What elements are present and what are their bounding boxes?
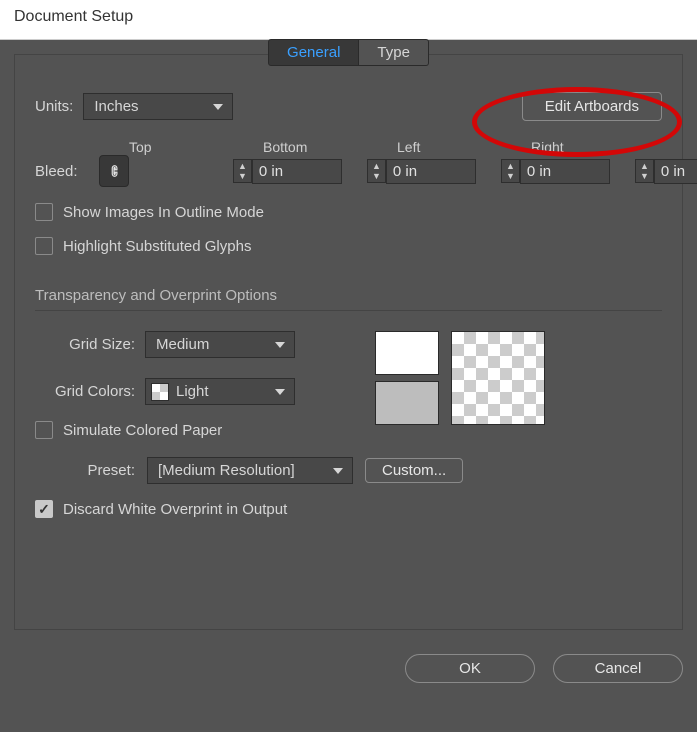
discard-white-checkbox[interactable] bbox=[35, 500, 53, 518]
transparency-swatches bbox=[375, 331, 545, 439]
arrow-up-icon[interactable]: ▲ bbox=[372, 162, 381, 170]
grid-size-label: Grid Size: bbox=[35, 336, 135, 353]
tab-type[interactable]: Type bbox=[359, 39, 429, 66]
tab-general[interactable]: General bbox=[268, 39, 359, 66]
grid-colors-label: Grid Colors: bbox=[35, 383, 135, 400]
arrow-up-icon[interactable]: ▲ bbox=[506, 162, 515, 170]
simulate-paper-checkbox[interactable] bbox=[35, 421, 53, 439]
highlight-glyphs-checkbox[interactable] bbox=[35, 237, 53, 255]
edit-artboards-button[interactable]: Edit Artboards bbox=[522, 92, 662, 121]
bleed-header-bottom: Bottom bbox=[233, 139, 363, 155]
arrow-up-icon[interactable]: ▲ bbox=[238, 162, 247, 170]
units-label: Units: bbox=[35, 98, 73, 115]
link-icon bbox=[107, 162, 121, 180]
arrow-up-icon[interactable]: ▲ bbox=[640, 162, 649, 170]
arrow-down-icon[interactable]: ▼ bbox=[506, 172, 515, 180]
custom-button[interactable]: Custom... bbox=[365, 458, 463, 483]
bleed-right-stepper[interactable]: ▲▼ bbox=[635, 159, 669, 184]
preset-select[interactable]: [Medium Resolution] bbox=[147, 457, 353, 484]
checker-icon bbox=[151, 383, 169, 401]
show-images-checkbox[interactable] bbox=[35, 203, 53, 221]
bleed-header-top: Top bbox=[99, 139, 229, 155]
dialog-body: General Type Units: Inches Edit Artboard… bbox=[0, 40, 697, 732]
arrow-down-icon[interactable]: ▼ bbox=[372, 172, 381, 180]
cancel-button[interactable]: Cancel bbox=[553, 654, 683, 683]
bleed-bottom-input[interactable] bbox=[386, 159, 476, 184]
discard-white-label: Discard White Overprint in Output bbox=[63, 501, 287, 518]
divider bbox=[35, 310, 662, 311]
arrow-down-icon[interactable]: ▼ bbox=[640, 172, 649, 180]
units-select[interactable]: Inches bbox=[83, 93, 233, 120]
bleed-left-stepper[interactable]: ▲▼ bbox=[501, 159, 631, 184]
window-title: Document Setup bbox=[0, 0, 697, 40]
ok-button[interactable]: OK bbox=[405, 654, 535, 683]
preset-label: Preset: bbox=[35, 462, 135, 479]
show-images-label: Show Images In Outline Mode bbox=[63, 204, 264, 221]
swatch-white[interactable] bbox=[375, 331, 439, 375]
tab-bar: General Type bbox=[35, 39, 662, 66]
inner-panel: General Type Units: Inches Edit Artboard… bbox=[14, 54, 683, 630]
bleed-right-input[interactable] bbox=[654, 159, 697, 184]
swatch-checker-preview bbox=[451, 331, 545, 425]
link-bleed-button[interactable] bbox=[99, 155, 129, 187]
simulate-paper-label: Simulate Colored Paper bbox=[63, 422, 222, 439]
highlight-glyphs-label: Highlight Substituted Glyphs bbox=[63, 238, 251, 255]
grid-size-select[interactable]: Medium bbox=[145, 331, 295, 358]
bleed-label: Bleed: bbox=[35, 163, 95, 180]
bleed-header-right: Right bbox=[501, 139, 631, 155]
bleed-top-stepper[interactable]: ▲▼ bbox=[233, 159, 363, 184]
bleed-left-input[interactable] bbox=[520, 159, 610, 184]
bleed-bottom-stepper[interactable]: ▲▼ bbox=[367, 159, 497, 184]
bleed-header-left: Left bbox=[367, 139, 497, 155]
arrow-down-icon[interactable]: ▼ bbox=[238, 172, 247, 180]
transparency-title: Transparency and Overprint Options bbox=[35, 287, 662, 304]
bleed-top-input[interactable] bbox=[252, 159, 342, 184]
swatch-grey[interactable] bbox=[375, 381, 439, 425]
